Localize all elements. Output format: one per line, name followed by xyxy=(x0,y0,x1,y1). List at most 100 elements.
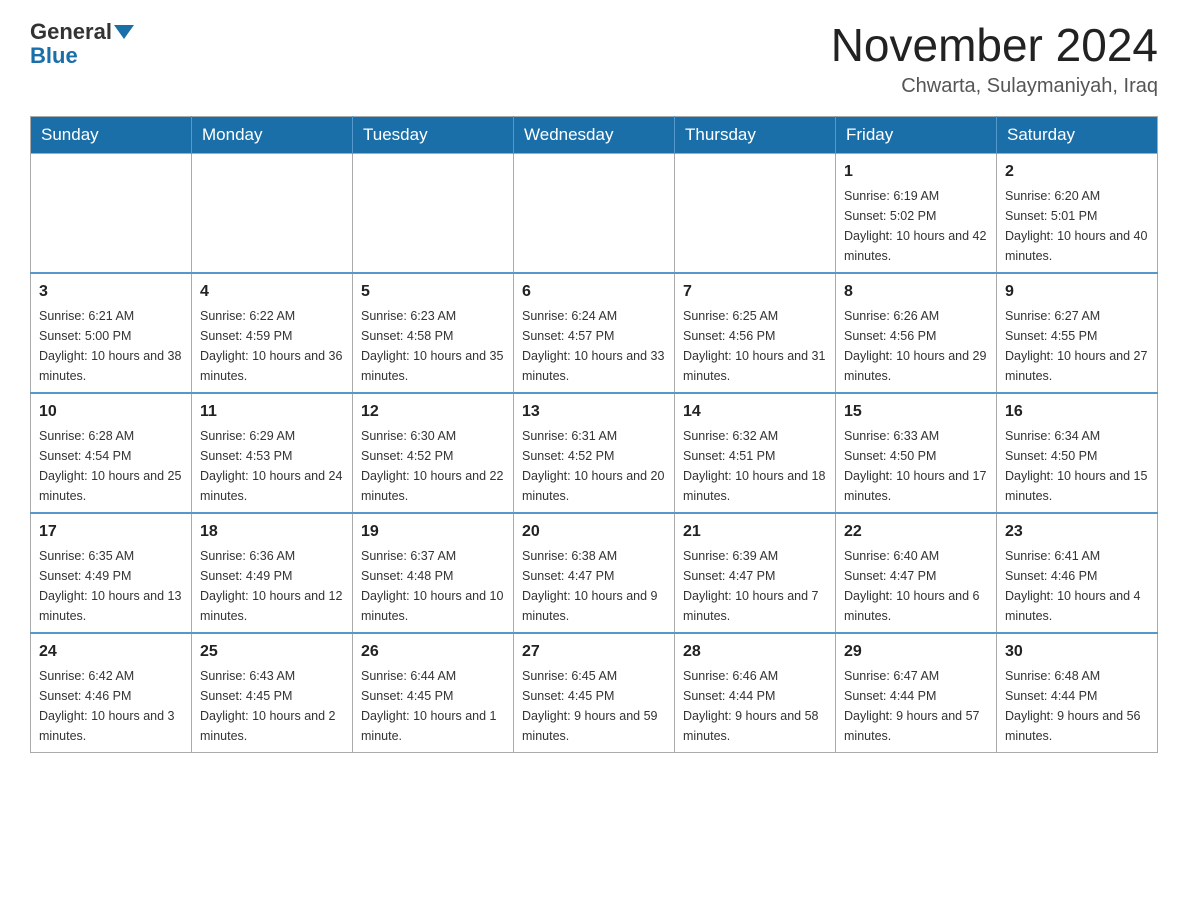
day-info: Sunrise: 6:23 AMSunset: 4:58 PMDaylight:… xyxy=(361,306,505,386)
calendar-cell: 4Sunrise: 6:22 AMSunset: 4:59 PMDaylight… xyxy=(192,273,353,393)
calendar-cell: 27Sunrise: 6:45 AMSunset: 4:45 PMDayligh… xyxy=(514,633,675,753)
calendar-cell: 22Sunrise: 6:40 AMSunset: 4:47 PMDayligh… xyxy=(836,513,997,633)
day-info: Sunrise: 6:36 AMSunset: 4:49 PMDaylight:… xyxy=(200,546,344,626)
day-info: Sunrise: 6:47 AMSunset: 4:44 PMDaylight:… xyxy=(844,666,988,746)
calendar-cell: 6Sunrise: 6:24 AMSunset: 4:57 PMDaylight… xyxy=(514,273,675,393)
calendar-cell: 5Sunrise: 6:23 AMSunset: 4:58 PMDaylight… xyxy=(353,273,514,393)
column-header-saturday: Saturday xyxy=(997,116,1158,153)
calendar-cell: 1Sunrise: 6:19 AMSunset: 5:02 PMDaylight… xyxy=(836,153,997,273)
calendar-cell: 20Sunrise: 6:38 AMSunset: 4:47 PMDayligh… xyxy=(514,513,675,633)
calendar-cell: 9Sunrise: 6:27 AMSunset: 4:55 PMDaylight… xyxy=(997,273,1158,393)
day-info: Sunrise: 6:44 AMSunset: 4:45 PMDaylight:… xyxy=(361,666,505,746)
calendar-cell: 23Sunrise: 6:41 AMSunset: 4:46 PMDayligh… xyxy=(997,513,1158,633)
column-header-sunday: Sunday xyxy=(31,116,192,153)
day-number: 10 xyxy=(39,400,183,424)
calendar-week-row: 3Sunrise: 6:21 AMSunset: 5:00 PMDaylight… xyxy=(31,273,1158,393)
day-info: Sunrise: 6:31 AMSunset: 4:52 PMDaylight:… xyxy=(522,426,666,506)
day-number: 7 xyxy=(683,280,827,304)
calendar-cell: 17Sunrise: 6:35 AMSunset: 4:49 PMDayligh… xyxy=(31,513,192,633)
calendar-cell xyxy=(192,153,353,273)
logo-general-text: General xyxy=(30,20,112,44)
calendar-cell: 7Sunrise: 6:25 AMSunset: 4:56 PMDaylight… xyxy=(675,273,836,393)
day-number: 21 xyxy=(683,520,827,544)
day-number: 20 xyxy=(522,520,666,544)
calendar-cell: 28Sunrise: 6:46 AMSunset: 4:44 PMDayligh… xyxy=(675,633,836,753)
day-info: Sunrise: 6:34 AMSunset: 4:50 PMDaylight:… xyxy=(1005,426,1149,506)
calendar-cell: 12Sunrise: 6:30 AMSunset: 4:52 PMDayligh… xyxy=(353,393,514,513)
calendar-cell: 2Sunrise: 6:20 AMSunset: 5:01 PMDaylight… xyxy=(997,153,1158,273)
day-number: 3 xyxy=(39,280,183,304)
column-header-friday: Friday xyxy=(836,116,997,153)
day-number: 12 xyxy=(361,400,505,424)
day-info: Sunrise: 6:35 AMSunset: 4:49 PMDaylight:… xyxy=(39,546,183,626)
title-block: November 2024 Chwarta, Sulaymaniyah, Ira… xyxy=(831,20,1158,98)
logo-blue-text: Blue xyxy=(30,43,78,68)
day-info: Sunrise: 6:41 AMSunset: 4:46 PMDaylight:… xyxy=(1005,546,1149,626)
day-number: 29 xyxy=(844,640,988,664)
day-info: Sunrise: 6:19 AMSunset: 5:02 PMDaylight:… xyxy=(844,186,988,266)
day-info: Sunrise: 6:37 AMSunset: 4:48 PMDaylight:… xyxy=(361,546,505,626)
calendar-week-row: 10Sunrise: 6:28 AMSunset: 4:54 PMDayligh… xyxy=(31,393,1158,513)
column-header-thursday: Thursday xyxy=(675,116,836,153)
day-number: 2 xyxy=(1005,160,1149,184)
day-number: 11 xyxy=(200,400,344,424)
day-info: Sunrise: 6:26 AMSunset: 4:56 PMDaylight:… xyxy=(844,306,988,386)
day-info: Sunrise: 6:24 AMSunset: 4:57 PMDaylight:… xyxy=(522,306,666,386)
day-number: 14 xyxy=(683,400,827,424)
calendar-cell: 18Sunrise: 6:36 AMSunset: 4:49 PMDayligh… xyxy=(192,513,353,633)
calendar-cell: 30Sunrise: 6:48 AMSunset: 4:44 PMDayligh… xyxy=(997,633,1158,753)
day-number: 18 xyxy=(200,520,344,544)
calendar-header-row: SundayMondayTuesdayWednesdayThursdayFrid… xyxy=(31,116,1158,153)
calendar-cell: 8Sunrise: 6:26 AMSunset: 4:56 PMDaylight… xyxy=(836,273,997,393)
calendar-cell: 25Sunrise: 6:43 AMSunset: 4:45 PMDayligh… xyxy=(192,633,353,753)
day-number: 24 xyxy=(39,640,183,664)
calendar-cell xyxy=(675,153,836,273)
month-title: November 2024 xyxy=(831,20,1158,71)
day-info: Sunrise: 6:30 AMSunset: 4:52 PMDaylight:… xyxy=(361,426,505,506)
column-header-wednesday: Wednesday xyxy=(514,116,675,153)
day-info: Sunrise: 6:27 AMSunset: 4:55 PMDaylight:… xyxy=(1005,306,1149,386)
calendar-cell: 13Sunrise: 6:31 AMSunset: 4:52 PMDayligh… xyxy=(514,393,675,513)
calendar-cell xyxy=(514,153,675,273)
calendar-cell: 10Sunrise: 6:28 AMSunset: 4:54 PMDayligh… xyxy=(31,393,192,513)
day-info: Sunrise: 6:46 AMSunset: 4:44 PMDaylight:… xyxy=(683,666,827,746)
day-info: Sunrise: 6:29 AMSunset: 4:53 PMDaylight:… xyxy=(200,426,344,506)
day-number: 26 xyxy=(361,640,505,664)
logo: General Blue xyxy=(30,20,134,68)
day-number: 22 xyxy=(844,520,988,544)
page-header: General Blue November 2024 Chwarta, Sula… xyxy=(30,20,1158,98)
day-info: Sunrise: 6:28 AMSunset: 4:54 PMDaylight:… xyxy=(39,426,183,506)
day-number: 15 xyxy=(844,400,988,424)
day-info: Sunrise: 6:39 AMSunset: 4:47 PMDaylight:… xyxy=(683,546,827,626)
calendar-week-row: 1Sunrise: 6:19 AMSunset: 5:02 PMDaylight… xyxy=(31,153,1158,273)
calendar-cell: 26Sunrise: 6:44 AMSunset: 4:45 PMDayligh… xyxy=(353,633,514,753)
day-number: 16 xyxy=(1005,400,1149,424)
calendar-cell: 3Sunrise: 6:21 AMSunset: 5:00 PMDaylight… xyxy=(31,273,192,393)
day-info: Sunrise: 6:38 AMSunset: 4:47 PMDaylight:… xyxy=(522,546,666,626)
day-info: Sunrise: 6:25 AMSunset: 4:56 PMDaylight:… xyxy=(683,306,827,386)
day-info: Sunrise: 6:45 AMSunset: 4:45 PMDaylight:… xyxy=(522,666,666,746)
day-info: Sunrise: 6:20 AMSunset: 5:01 PMDaylight:… xyxy=(1005,186,1149,266)
location: Chwarta, Sulaymaniyah, Iraq xyxy=(831,75,1158,98)
day-number: 13 xyxy=(522,400,666,424)
calendar-cell xyxy=(353,153,514,273)
day-number: 1 xyxy=(844,160,988,184)
calendar-week-row: 24Sunrise: 6:42 AMSunset: 4:46 PMDayligh… xyxy=(31,633,1158,753)
day-info: Sunrise: 6:42 AMSunset: 4:46 PMDaylight:… xyxy=(39,666,183,746)
day-info: Sunrise: 6:33 AMSunset: 4:50 PMDaylight:… xyxy=(844,426,988,506)
day-number: 19 xyxy=(361,520,505,544)
calendar-cell: 14Sunrise: 6:32 AMSunset: 4:51 PMDayligh… xyxy=(675,393,836,513)
column-header-monday: Monday xyxy=(192,116,353,153)
day-number: 23 xyxy=(1005,520,1149,544)
day-number: 5 xyxy=(361,280,505,304)
day-info: Sunrise: 6:32 AMSunset: 4:51 PMDaylight:… xyxy=(683,426,827,506)
day-number: 28 xyxy=(683,640,827,664)
day-info: Sunrise: 6:43 AMSunset: 4:45 PMDaylight:… xyxy=(200,666,344,746)
day-info: Sunrise: 6:40 AMSunset: 4:47 PMDaylight:… xyxy=(844,546,988,626)
day-info: Sunrise: 6:48 AMSunset: 4:44 PMDaylight:… xyxy=(1005,666,1149,746)
calendar-cell: 24Sunrise: 6:42 AMSunset: 4:46 PMDayligh… xyxy=(31,633,192,753)
calendar-cell xyxy=(31,153,192,273)
day-number: 27 xyxy=(522,640,666,664)
day-number: 4 xyxy=(200,280,344,304)
calendar-table: SundayMondayTuesdayWednesdayThursdayFrid… xyxy=(30,116,1158,753)
